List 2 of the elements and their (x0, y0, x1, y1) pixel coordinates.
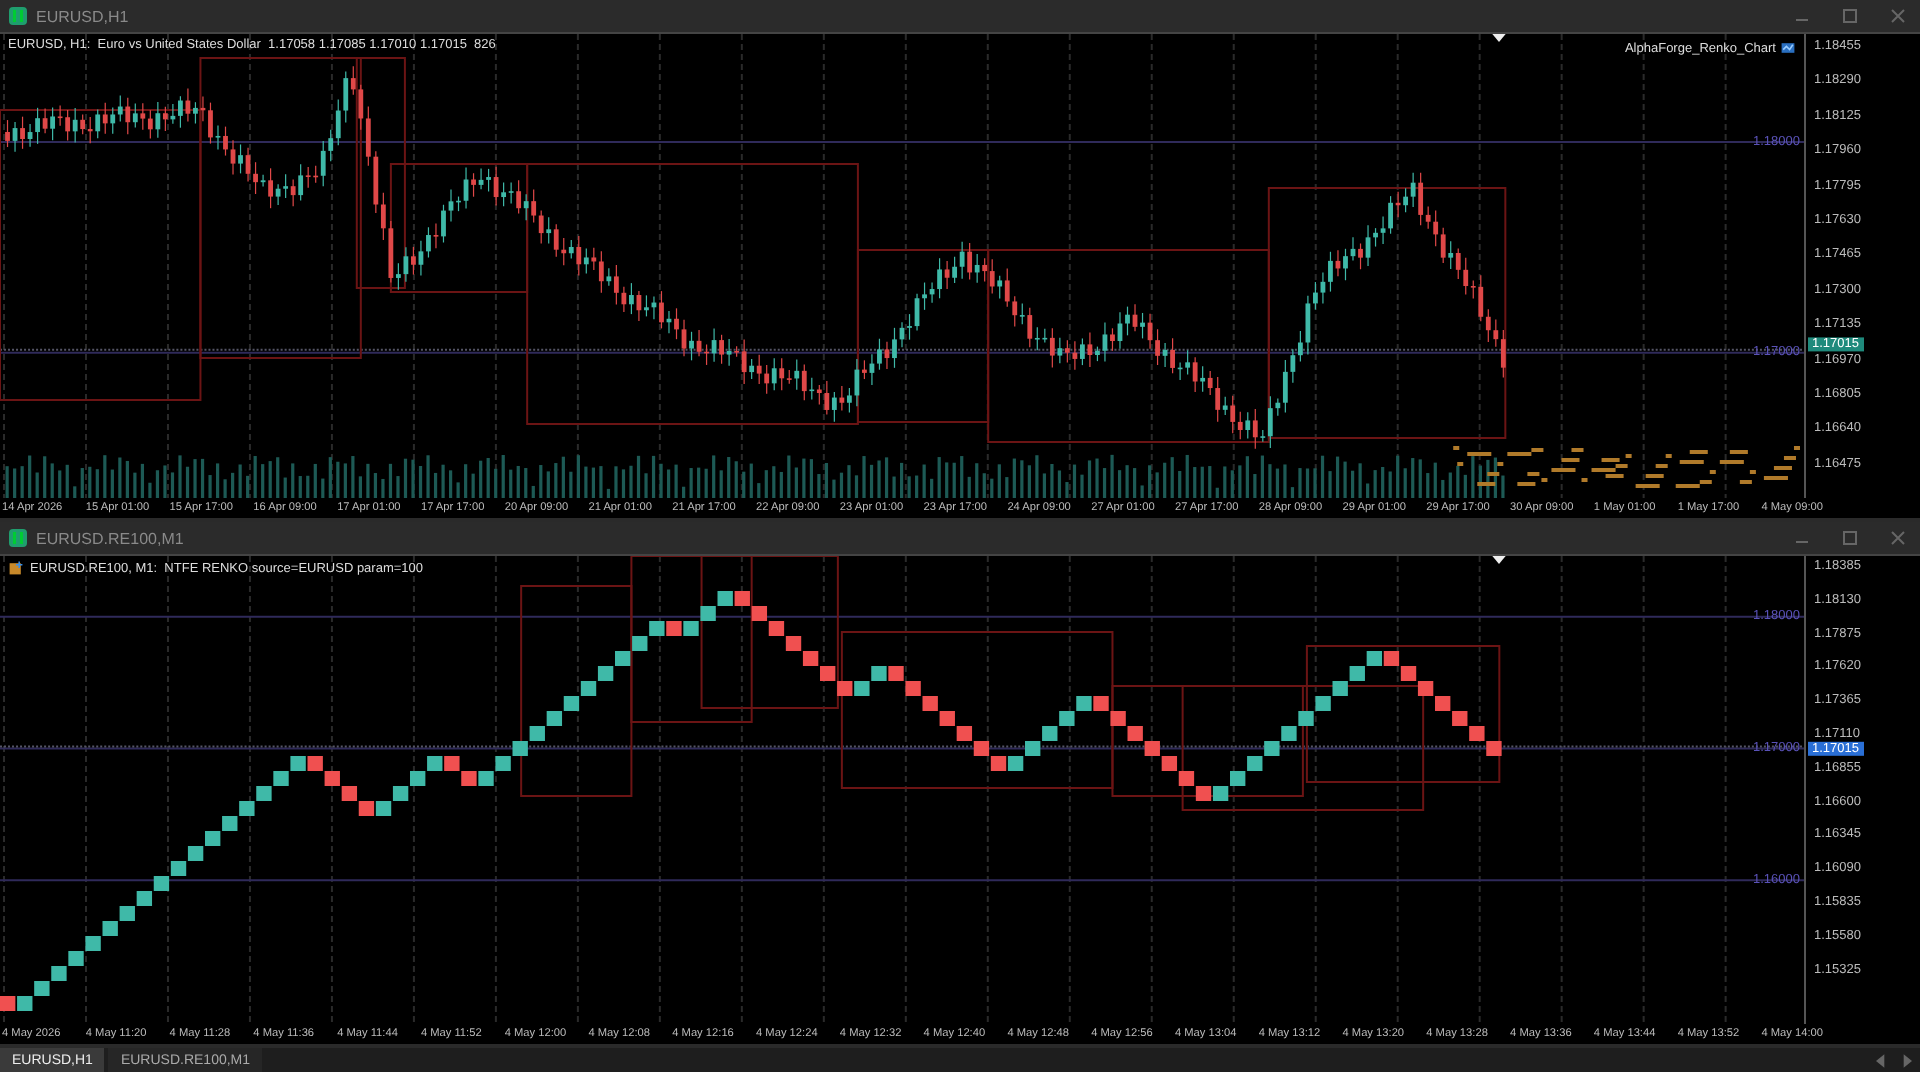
window-title: EURUSD.RE100,M1 (36, 529, 184, 547)
window-title: EURUSD,H1 (36, 7, 129, 25)
